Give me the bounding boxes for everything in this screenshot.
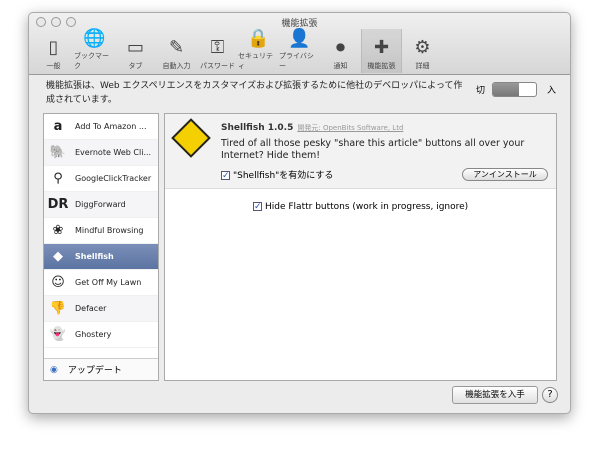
extension-icon: ❀ xyxy=(52,223,64,238)
extension-name: Shellfish 1.0.5 xyxy=(221,123,294,133)
updates-item[interactable]: ◉ アップデート xyxy=(44,358,158,380)
extension-icon: ☺ xyxy=(51,275,65,290)
extension-list-label: DiggForward xyxy=(75,200,126,209)
extensions-description: 機能拡張は、Web エクスペリエンスをカスタマイズおよび拡張するために他社のデベ… xyxy=(46,81,463,105)
toolbar-person-button[interactable]: 👤 プライバシー xyxy=(279,28,320,73)
extension-icon: ◆ xyxy=(53,249,63,264)
extension-list-label: Get Off My Lawn xyxy=(75,278,142,287)
extensions-toggle[interactable] xyxy=(492,82,537,97)
checkmark-icon: ✓ xyxy=(253,202,262,212)
get-extensions-button[interactable]: 機能拡張を入手 xyxy=(452,386,538,404)
extension-list-label: Defacer xyxy=(75,304,107,313)
extension-list-item[interactable]: ☺ Get Off My Lawn xyxy=(44,270,158,296)
toolbar-label: 一般 xyxy=(46,62,61,70)
toolbar-switch-button[interactable]: ▯ 一般 xyxy=(33,29,74,73)
toolbar-label: セキュリティ xyxy=(238,52,273,70)
toolbar-label: ブックマーク xyxy=(74,52,109,70)
toolbar-gear-button[interactable]: ⚙ 詳細 xyxy=(402,29,443,73)
extension-list-label: Shellfish xyxy=(75,252,114,261)
gear-icon: ⚙ xyxy=(414,36,431,58)
extension-list-label: Ghostery xyxy=(75,330,112,339)
extension-icon: ⚲ xyxy=(53,171,63,186)
hide-flattr-checkbox[interactable]: ✓ Hide Flattr buttons (work in progress, … xyxy=(253,202,468,212)
toolbar-tab-button[interactable]: ▭ タブ xyxy=(115,29,156,73)
extension-list-label: Mindful Browsing xyxy=(75,226,144,235)
toolbar-label: 詳細 xyxy=(415,62,430,70)
toolbar-label: プライバシー xyxy=(279,52,314,70)
globe-icon: 🌐 xyxy=(83,28,106,49)
extension-list-item[interactable]: 🐘 Evernote Web Cli... xyxy=(44,140,158,166)
extension-list-item[interactable]: 👻 Ghostery xyxy=(44,322,158,348)
update-label: アップデート xyxy=(67,366,122,376)
extension-icon: DR xyxy=(47,197,69,212)
extensions-list: a Add To Amazon ... 🐘 Evernote Web Cli... ⚲ G… xyxy=(43,113,159,381)
toolbar-puzzle-button[interactable]: ✚ 機能拡張 xyxy=(361,29,402,73)
extension-list-item[interactable]: 👎 Defacer xyxy=(44,296,158,322)
checkmark-icon: ✓ xyxy=(221,171,230,181)
switch-icon: ▯ xyxy=(48,36,59,58)
toolbar-label: 自動入力 xyxy=(162,62,191,70)
toolbar-label: 通知 xyxy=(333,62,348,70)
extension-icon: a xyxy=(53,119,63,134)
toolbar-lock-button[interactable]: 🔒 セキュリティ xyxy=(238,28,279,73)
extension-list-item[interactable]: ◆ Shellfish xyxy=(44,244,158,270)
toolbar-pencil-button[interactable]: ✎ 自動入力 xyxy=(156,29,197,73)
uninstall-button[interactable]: アンインストール xyxy=(462,168,548,181)
extension-list-item[interactable]: ❀ Mindful Browsing xyxy=(44,218,158,244)
pencil-icon: ✎ xyxy=(168,36,185,58)
enable-checkbox[interactable]: ✓ "Shellfish"を有効にする xyxy=(221,168,333,181)
title-bar: 機能拡張 ▯ 一般 🌐 ブックマーク ▭ タブ ✎ 自動入力 ⚿ パスワード 🔒 セキュリティ 👤 プライ… xyxy=(29,13,570,75)
developer-link[interactable]: 開発元: OpenBits Software, Ltd xyxy=(297,124,403,132)
extension-list-label: Evernote Web Cli... xyxy=(75,148,152,157)
person-icon: 👤 xyxy=(288,28,311,49)
toolbar-label: タブ xyxy=(128,62,143,70)
extension-list-label: Add To Amazon ... xyxy=(75,122,147,131)
extension-list-item[interactable]: a Add To Amazon ... xyxy=(44,114,158,140)
extension-icon: 👎 xyxy=(49,301,67,316)
record-icon: ⏺ xyxy=(336,36,345,58)
extension-list-label: GoogleClickTracker xyxy=(75,174,152,183)
option-label: Hide Flattr buttons (work in progress, i… xyxy=(265,202,469,212)
update-icon: ◉ xyxy=(50,364,58,375)
extension-description: Tired of all those pesky "share this art… xyxy=(221,138,525,161)
key-icon: ⚿ xyxy=(210,36,225,58)
toolbar-label: 機能拡張 xyxy=(367,62,396,70)
switch-off-label: 切 xyxy=(476,86,486,96)
toolbar-globe-button[interactable]: 🌐 ブックマーク xyxy=(74,28,115,73)
extension-list-item[interactable]: ⚲ GoogleClickTracker xyxy=(44,166,158,192)
toolbar-label: パスワード xyxy=(200,62,235,70)
toolbar-key-button[interactable]: ⚿ パスワード xyxy=(197,29,238,73)
puzzle-icon: ✚ xyxy=(373,36,390,58)
toolbar: ▯ 一般 🌐 ブックマーク ▭ タブ ✎ 自動入力 ⚿ パスワード 🔒 セキュリティ 👤 プライバシー ⏺ 通… xyxy=(33,28,443,73)
extension-list-item[interactable]: DR DiggForward xyxy=(44,192,158,218)
extension-icon: 👻 xyxy=(49,327,67,342)
preferences-window: 機能拡張 ▯ 一般 🌐 ブックマーク ▭ タブ ✎ 自動入力 ⚿ パスワード 🔒 セキュリティ 👤 プライ… xyxy=(28,12,571,414)
switch-on-label: 入 xyxy=(547,86,557,96)
tab-icon: ▭ xyxy=(126,36,144,58)
extension-detail: Shellfish 1.0.5 開発元: OpenBits Software, L… xyxy=(164,113,557,381)
toolbar-record-button[interactable]: ⏺ 通知 xyxy=(320,29,361,73)
help-button[interactable]: ? xyxy=(542,387,558,403)
lock-icon: 🔒 xyxy=(247,28,270,49)
enable-label: "Shellfish"を有効にする xyxy=(233,171,334,181)
extension-icon: 🐘 xyxy=(49,145,67,160)
shellfish-icon xyxy=(171,118,211,158)
